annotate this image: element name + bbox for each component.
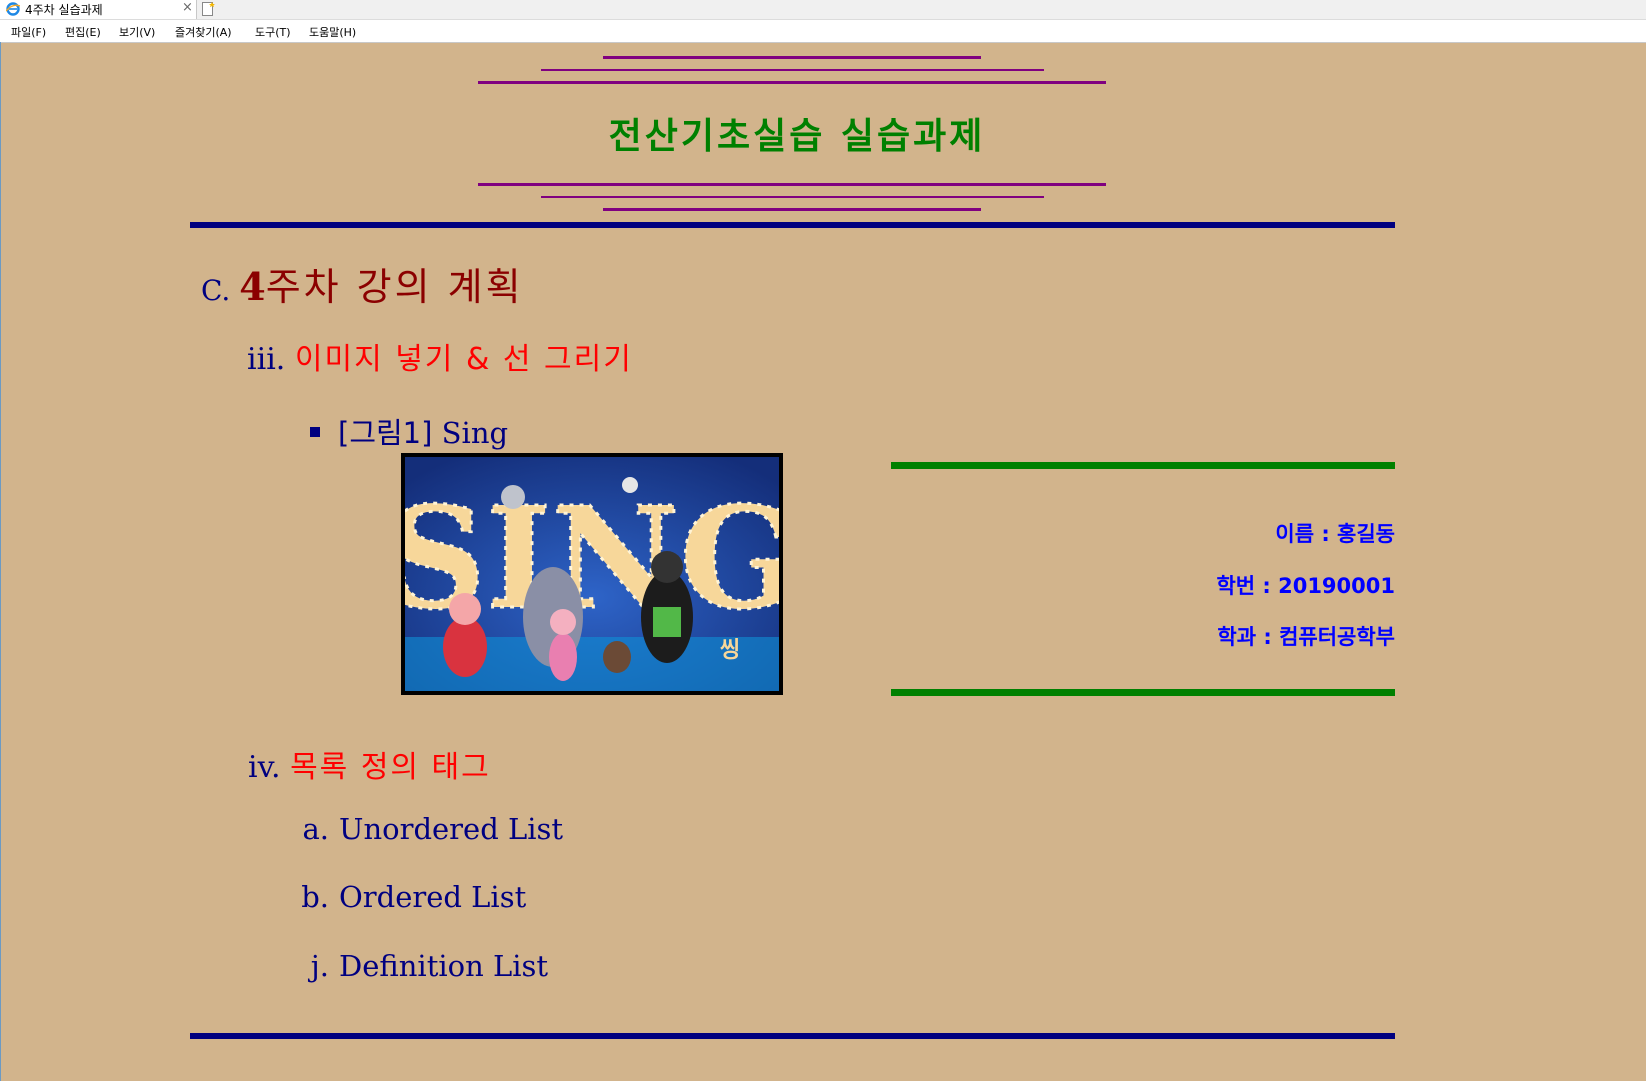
subsection-iii-marker: iii.: [247, 342, 286, 377]
list-label: b.: [301, 880, 329, 914]
purple-line-top-2: [541, 69, 1044, 71]
purple-line-bottom-2: [541, 196, 1044, 198]
student-id: 학번 : 20190001: [1216, 574, 1395, 598]
ie-icon: [6, 2, 20, 16]
new-tab-icon[interactable]: [200, 1, 216, 17]
list-label: a.: [302, 812, 329, 846]
list-text: Definition List: [339, 949, 549, 983]
sing-poster-icon: SING 씽: [405, 457, 779, 691]
square-bullet-icon: [310, 427, 320, 437]
section-marker: C.: [201, 274, 231, 307]
tab-bar: 4주차 실습과제 ×: [0, 0, 1646, 20]
navy-divider-bottom: [190, 1033, 1395, 1039]
section-heading: C. 4주차 강의 계획: [201, 256, 524, 311]
purple-line-bottom-1: [478, 183, 1106, 186]
menu-tools[interactable]: 도구(T): [255, 24, 291, 40]
green-line-top: [891, 462, 1395, 469]
navy-divider-top: [190, 222, 1395, 228]
menu-help[interactable]: 도움말(H): [309, 24, 356, 40]
close-tab-icon[interactable]: ×: [182, 0, 193, 15]
page-content: 전산기초실습 실습과제 C. 4주차 강의 계획 iii. 이미지 넣기 & 선…: [0, 42, 1646, 1081]
purple-line-bottom-3: [603, 208, 981, 211]
menu-bar: 파일(F) 편집(E) 보기(V) 즐겨찾기(A) 도구(T) 도움말(H): [0, 20, 1646, 41]
menu-file[interactable]: 파일(F): [11, 24, 46, 40]
menu-view[interactable]: 보기(V): [119, 24, 155, 40]
tab-title: 4주차 실습과제: [25, 3, 103, 17]
green-line-bottom: [891, 689, 1395, 696]
student-name: 이름 : 홍길동: [1275, 522, 1395, 546]
section-text: 주차 강의 계획: [265, 265, 524, 309]
list-label: j.: [310, 949, 329, 983]
list-item: a. Unordered List: [299, 812, 563, 846]
section-number: 4: [239, 264, 266, 309]
subsection-iii: iii. 이미지 넣기 & 선 그리기: [247, 334, 633, 378]
subsection-iii-text: 이미지 넣기 & 선 그리기: [294, 342, 633, 377]
list-item: j. Definition List: [299, 949, 548, 983]
figure-caption: [그림1] Sing: [310, 410, 508, 452]
figure-caption-text: Sing: [441, 416, 509, 450]
menu-favorites[interactable]: 즐겨찾기(A): [175, 24, 232, 40]
student-dept: 학과 : 컴퓨터공학부: [1217, 625, 1395, 649]
sing-badge-text: 씽: [720, 638, 740, 663]
figure-prefix: [그림1]: [338, 416, 433, 450]
purple-line-top-3: [478, 81, 1106, 84]
subsection-iv-marker: iv.: [248, 750, 281, 785]
subsection-iv: iv. 목록 정의 태그: [248, 742, 491, 786]
sing-movie-image: SING 씽: [401, 453, 783, 695]
subsection-iv-text: 목록 정의 태그: [290, 750, 491, 785]
purple-line-top-1: [603, 56, 981, 59]
list-text: Ordered List: [339, 880, 527, 914]
page-title: 전산기초실습 실습과제: [608, 116, 986, 157]
menu-edit[interactable]: 편집(E): [65, 24, 101, 40]
list-item: b. Ordered List: [299, 880, 526, 914]
list-text: Unordered List: [339, 812, 564, 846]
tab-active[interactable]: 4주차 실습과제 ×: [0, 0, 197, 19]
browser-chrome: 4주차 실습과제 × 파일(F) 편집(E) 보기(V) 즐겨찾기(A) 도구(…: [0, 0, 1646, 43]
